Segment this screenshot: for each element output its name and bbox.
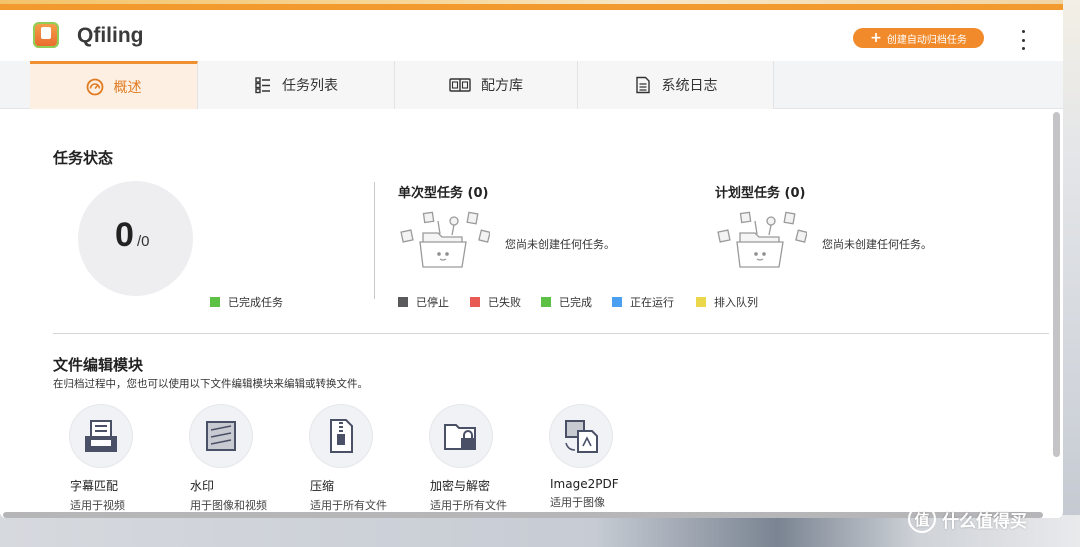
module-watermark[interactable]: 水印 用于图像和视频 <box>190 405 300 512</box>
module-subtitle-match[interactable]: 字幕匹配 适用于视频 <box>70 405 180 512</box>
tab-recipe-library-label: 配方库 <box>481 78 523 94</box>
module-name: 字幕匹配 <box>70 479 119 493</box>
image2pdf-icon[interactable] <box>550 405 612 467</box>
module-description: 适用于所有文件 <box>310 499 387 512</box>
legend-completed-tasks: 已完成任务 <box>210 294 283 310</box>
legend-swatch <box>398 297 408 307</box>
total-count: /0 <box>137 233 150 250</box>
tab-system-log[interactable]: 系统日志 <box>578 61 774 109</box>
legend-failed: 已失败 <box>470 294 521 310</box>
vertical-divider <box>374 182 375 299</box>
module-encrypt-decrypt[interactable]: 加密与解密 适用于所有文件 <box>430 405 540 512</box>
tab-task-list[interactable]: 任务列表 <box>198 61 395 109</box>
vertical-scrollbar[interactable] <box>1053 112 1060 457</box>
legend-label: 已完成 <box>559 296 592 309</box>
create-button-label: 创建自动归档任务 <box>886 34 967 46</box>
tab-overview-label: 概述 <box>113 79 142 96</box>
legend-completed: 已完成 <box>541 294 592 310</box>
legend-stopped: 已停止 <box>398 294 449 310</box>
single-task-heading: 单次型任务 (0) <box>398 186 489 201</box>
tab-overview[interactable]: 概述 <box>30 61 198 109</box>
app-window: Qfiling + 创建自动归档任务 概述 任务列表 配方库 系统日志 任务状态… <box>0 4 1063 518</box>
module-name: Image2PDF <box>550 477 619 491</box>
watermark-logo-icon: 值 <box>908 505 936 533</box>
main-tab-bar: 概述 任务列表 配方库 系统日志 <box>0 61 1063 109</box>
tab-task-list-label: 任务列表 <box>282 78 338 94</box>
compress-icon[interactable] <box>310 405 372 467</box>
legend-swatch <box>210 297 220 307</box>
log-icon <box>635 76 650 94</box>
more-options-icon[interactable] <box>1014 30 1032 50</box>
scheduled-task-heading: 计划型任务 (0) <box>715 186 806 201</box>
legend-swatch <box>696 297 706 307</box>
task-status-heading: 任务状态 <box>53 149 114 167</box>
legend-label: 已失败 <box>488 296 521 309</box>
task-list-icon <box>255 77 270 94</box>
section-divider <box>53 333 1049 334</box>
module-name: 水印 <box>190 479 215 493</box>
legend-label: 正在运行 <box>630 296 674 309</box>
app-header: Qfiling + 创建自动归档任务 <box>0 10 1063 60</box>
completed-count: 0 <box>115 216 134 254</box>
module-image2pdf[interactable]: Image2PDF 适用于图像 <box>550 405 660 509</box>
module-description: 适用于视频 <box>70 499 125 512</box>
encrypt-icon[interactable] <box>430 405 492 467</box>
tab-recipe-library[interactable]: 配方库 <box>395 61 578 109</box>
empty-folder-icon <box>400 211 490 268</box>
watermark-icon[interactable] <box>190 405 252 467</box>
module-compress[interactable]: 压缩 适用于所有文件 <box>310 405 420 512</box>
legend-swatch <box>541 297 551 307</box>
recipe-book-icon <box>449 78 471 92</box>
plus-icon: + <box>870 30 882 46</box>
overview-content: 任务状态 0 /0 已完成任务 单次型任务 (0) 您尚未创建任何任务。 计划型… <box>0 109 1050 518</box>
single-task-empty-text: 您尚未创建任何任务。 <box>505 238 615 251</box>
module-name: 压缩 <box>310 479 335 493</box>
file-edit-modules-heading: 文件编辑模块 <box>53 356 144 374</box>
empty-folder-icon <box>717 211 807 268</box>
create-auto-archive-task-button[interactable]: + 创建自动归档任务 <box>853 28 984 48</box>
legend-label: 排入队列 <box>714 296 758 309</box>
tab-system-log-label: 系统日志 <box>661 78 718 94</box>
dashboard-icon <box>86 78 103 95</box>
task-progress-ring <box>78 181 193 296</box>
site-watermark: 值 什么值得买 <box>908 505 1027 533</box>
legend-running: 正在运行 <box>612 294 674 310</box>
legend-queued: 排入队列 <box>696 294 758 310</box>
desktop-background-right <box>1063 0 1080 547</box>
qfiling-logo-icon <box>33 22 59 48</box>
subtitle-icon[interactable] <box>70 405 132 467</box>
legend-swatch <box>612 297 622 307</box>
file-edit-modules-description: 在归档过程中，您也可以使用以下文件编辑模块来编辑或转换文件。 <box>53 378 368 390</box>
scheduled-task-empty-text: 您尚未创建任何任务。 <box>822 238 932 251</box>
legend-swatch <box>470 297 480 307</box>
module-description: 适用于所有文件 <box>430 499 507 512</box>
module-description: 用于图像和视频 <box>190 499 267 512</box>
horizontal-scrollbar[interactable] <box>3 512 1043 518</box>
module-name: 加密与解密 <box>430 479 491 493</box>
app-title: Qfiling <box>77 24 144 47</box>
watermark-text: 什么值得买 <box>942 511 1027 532</box>
legend-label: 已完成任务 <box>228 296 283 309</box>
legend-label: 已停止 <box>416 296 449 309</box>
module-description: 适用于图像 <box>550 496 605 509</box>
